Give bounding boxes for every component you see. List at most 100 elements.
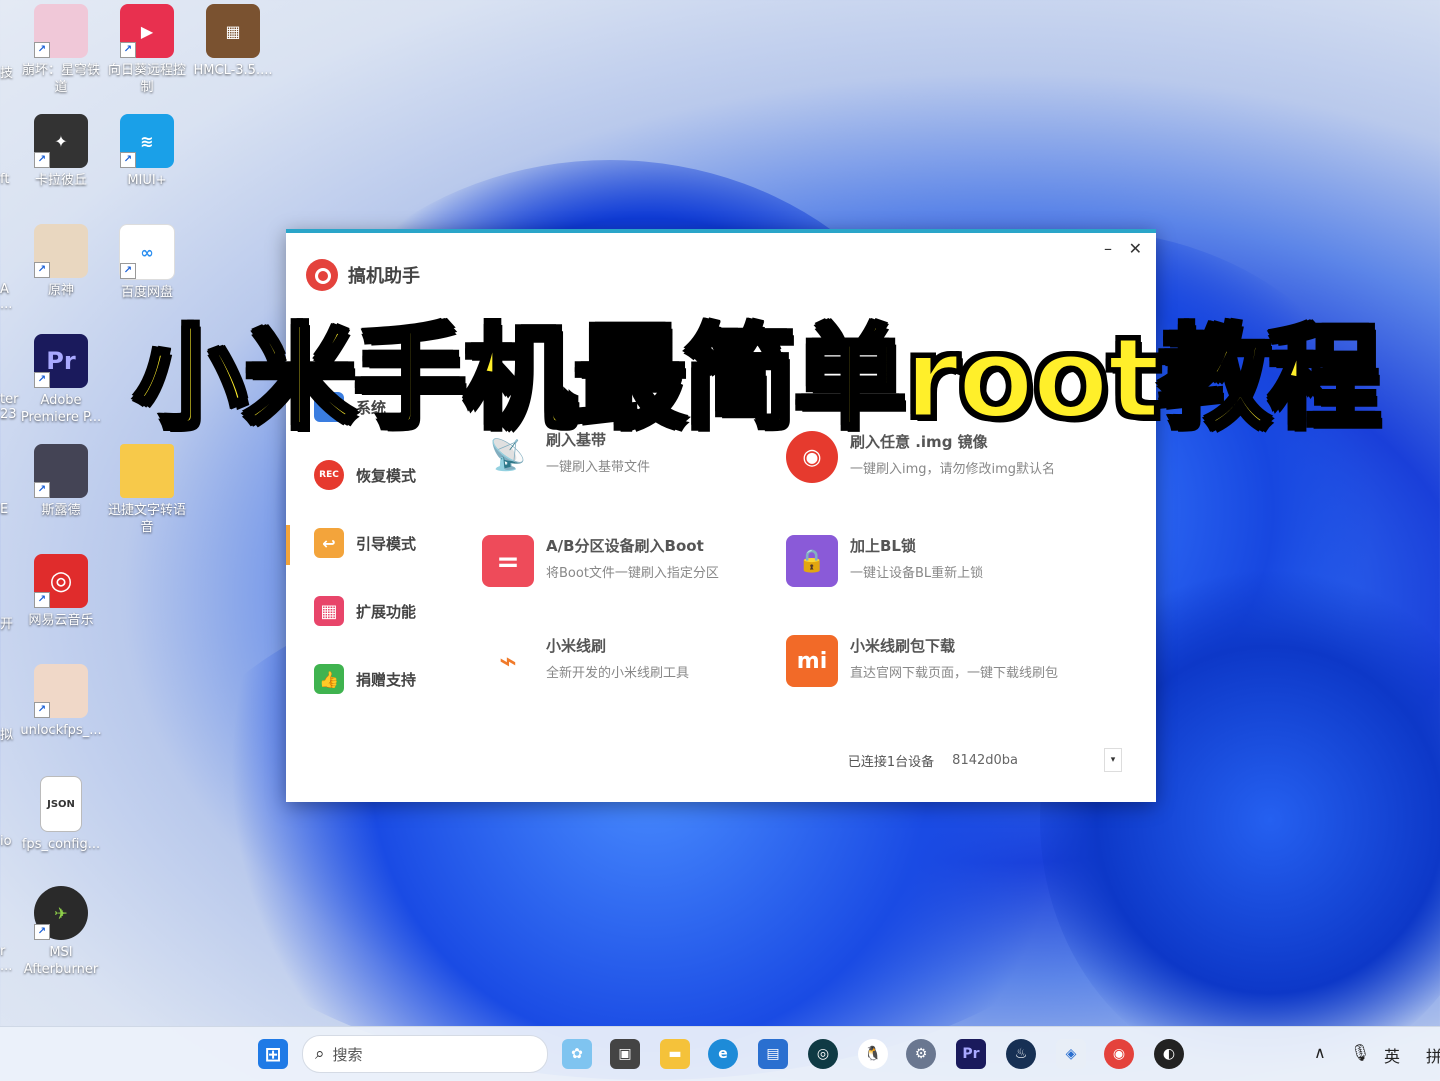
edge-icon[interactable]: e — [708, 1039, 738, 1069]
baidu-netdisk-icon: ∞ ↗ — [119, 224, 175, 280]
game-icon: ↗ — [34, 224, 88, 278]
sunlogin-icon: ▶ ↗ — [120, 4, 174, 58]
tray-chevron-icon[interactable]: ∧ — [1314, 1043, 1326, 1062]
start-button[interactable]: ⊞ — [258, 1039, 288, 1069]
sidebar-item-label: 引导模式 — [356, 534, 417, 553]
desktop-icon-miui-plus[interactable]: ≋ ↗ MIUI+ — [104, 114, 190, 189]
desktop-icon-premiere[interactable]: Pr ↗ Adobe Premiere P... — [18, 334, 104, 426]
task-view-icon[interactable]: ▣ — [610, 1039, 640, 1069]
desktop-icon-snowbreak[interactable]: ↗ 斯露德 — [18, 444, 104, 519]
game-icon: ↗ — [34, 4, 88, 58]
desktop-icon-fps-config[interactable]: JSON fps_config... — [18, 776, 104, 853]
obs-icon[interactable]: ◐ — [1154, 1039, 1184, 1069]
feature-mi-flash[interactable]: ⌁ 小米线刷 全新开发的小米线刷工具 — [482, 635, 689, 687]
desktop-icon-label: MSI Afterburner — [23, 945, 99, 977]
game-icon: ↗ — [34, 664, 88, 718]
feature-title: A/B分区设备刷入Boot — [546, 537, 704, 555]
qq-icon[interactable]: 🐧 — [858, 1039, 888, 1069]
afterburner-icon: ✈ ↗ — [34, 886, 88, 940]
desktop-icon-genshin[interactable]: ↗ 原神 — [18, 224, 104, 299]
sidebar-item-label: 恢复模式 — [356, 466, 417, 485]
usb-cable-icon: ⌁ — [482, 635, 534, 687]
crafting-table-icon: ▦ — [206, 4, 260, 58]
desktop-icon-msi-afterburner[interactable]: ✈ ↗ MSI Afterburner — [18, 886, 104, 978]
edge-label: 开 — [0, 617, 14, 632]
device-serial: 8142d0ba — [952, 752, 1018, 768]
feature-rom-download[interactable]: mi 小米线刷包下载直达官网下载页面，一键下载线刷包 — [786, 635, 1058, 687]
desktop-icon-label: fps_config... — [21, 837, 101, 852]
lock-icon: 🔒 — [786, 535, 838, 587]
desktop-icon-label: 网易云音乐 — [28, 613, 94, 628]
taskbar: ⊞ ⌕ 搜索 ✿ ▣ ▬ e ▤ ◎ 🐧 ⚙ Pr ♨ ◈ ◉ ◐ ∧ 🎙 英 … — [0, 1026, 1440, 1081]
app-icon[interactable]: ◈ — [1056, 1039, 1086, 1069]
search-placeholder: 搜索 — [332, 1045, 363, 1064]
sidebar-item-recovery[interactable]: REC 恢复模式 — [286, 441, 466, 509]
steam-icon[interactable]: ♨ — [1006, 1039, 1036, 1069]
feature-title: 小米线刷 — [546, 637, 607, 655]
window-title: 搞机助手 — [348, 266, 420, 287]
minimize-button[interactable]: – — [1104, 239, 1112, 258]
thumbs-up-icon: 👍 — [314, 664, 344, 694]
feature-desc: 一键刷入基带文件 — [546, 460, 651, 475]
rec-icon: REC — [314, 460, 344, 490]
miui-plus-icon: ≋ ↗ — [120, 114, 174, 168]
sidebar-item-boot[interactable]: ↩ 引导模式 — [286, 509, 466, 577]
desktop-icon-folder[interactable]: 迅捷文字转语 音 — [104, 444, 190, 536]
app-icon[interactable]: ◎ — [808, 1039, 838, 1069]
edge-label: ft — [0, 172, 10, 187]
feature-title: 加上BL锁 — [850, 537, 916, 555]
store-icon[interactable]: ▤ — [758, 1039, 788, 1069]
desktop-icon-label: 崩坏：星穹铁 道 — [21, 63, 100, 95]
desktop-icon-karlaboqiu[interactable]: ✦ ↗ 卡拉彼丘 — [18, 114, 104, 189]
sidebar-item-label: 扩展功能 — [356, 602, 417, 621]
desktop-icon-label: unlockfps_... — [20, 723, 102, 738]
gaoji-assistant-taskbar-icon[interactable]: ◉ — [1104, 1039, 1134, 1069]
game-icon: ✦ ↗ — [34, 114, 88, 168]
feature-ab-boot[interactable]: = A/B分区设备刷入Boot 将Boot文件一键刷入指定分区 — [482, 535, 719, 587]
device-status-bar: 已连接1台设备 8142d0ba ▾ — [848, 748, 1122, 772]
edge-label: io — [0, 834, 12, 849]
sidebar-item-donate[interactable]: 👍 捐赠支持 — [286, 645, 466, 713]
desktop-icon-unlockfps[interactable]: ↗ unlockfps_... — [18, 664, 104, 739]
copilot-icon[interactable]: ✿ — [562, 1039, 592, 1069]
file-explorer-icon[interactable]: ▬ — [660, 1039, 690, 1069]
back-arrow-icon: ↩ — [314, 528, 344, 558]
search-box[interactable]: ⌕ 搜索 — [302, 1035, 548, 1073]
settings-gear-icon[interactable]: ⚙ — [906, 1039, 936, 1069]
window-titlebar: 搞机助手 — [306, 259, 420, 291]
mi-logo-icon: mi — [786, 635, 838, 687]
app-logo-icon — [306, 259, 338, 291]
desktop-icon-hmcl[interactable]: ▦ HMCL-3.5.... — [190, 4, 276, 79]
desktop-icon-honkai-star-rail[interactable]: ↗ 崩坏：星穹铁 道 — [18, 4, 104, 96]
sidebar-item-label: 捐赠支持 — [356, 670, 417, 689]
desktop-icon-label: HMCL-3.5.... — [193, 63, 273, 78]
edge-label: 拟 — [0, 728, 14, 743]
feature-desc: 将Boot文件一键刷入指定分区 — [546, 566, 719, 581]
search-icon: ⌕ — [315, 1044, 325, 1064]
device-dropdown-button[interactable]: ▾ — [1104, 748, 1122, 772]
equals-icon: = — [482, 535, 534, 587]
feature-desc: 一键刷入img，请勿修改img默认名 — [850, 462, 1056, 477]
close-button[interactable]: ✕ — [1129, 239, 1142, 258]
desktop-icon-label: 迅捷文字转语 音 — [107, 503, 186, 535]
game-icon: ↗ — [34, 444, 88, 498]
netease-music-icon: ◎ ↗ — [34, 554, 88, 608]
premiere-taskbar-icon[interactable]: Pr — [956, 1039, 986, 1069]
desktop-icon-label: MIUI+ — [127, 173, 167, 188]
feature-title: 小米线刷包下载 — [850, 637, 956, 655]
desktop-icon-netease-music[interactable]: ◎ ↗ 网易云音乐 — [18, 554, 104, 629]
edge-label: A ... — [0, 282, 13, 312]
feature-desc: 直达官网下载页面，一键下载线刷包 — [850, 666, 1059, 681]
desktop-icon-sunlogin[interactable]: ▶ ↗ 向日葵远程控 制 — [104, 4, 190, 96]
premiere-icon: Pr ↗ — [34, 334, 88, 388]
feature-bl-lock[interactable]: 🔒 加上BL锁一键让设备BL重新上锁 — [786, 535, 983, 587]
desktop-icon-label: 向日葵远程控 制 — [107, 63, 186, 95]
microphone-icon[interactable]: 🎙 — [1350, 1043, 1370, 1062]
edge-label: E — [0, 502, 9, 517]
sidebar-item-extensions[interactable]: ▦ 扩展功能 — [286, 577, 466, 645]
desktop-icon-label: 原神 — [47, 283, 74, 298]
feature-desc: 一键让设备BL重新上锁 — [850, 566, 984, 581]
ime-mode-indicator[interactable]: 拼 — [1426, 1043, 1440, 1067]
connection-status: 已连接1台设备 — [847, 754, 935, 770]
ime-indicator[interactable]: 英 — [1384, 1043, 1400, 1067]
